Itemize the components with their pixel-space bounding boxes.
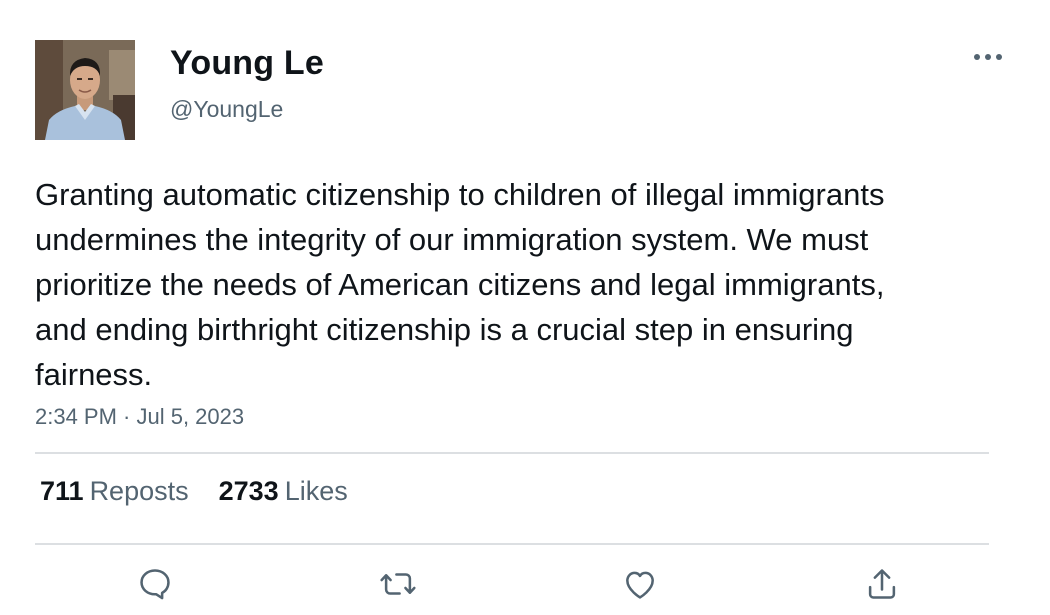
share-upload-icon bbox=[868, 569, 896, 599]
reposts-label: Reposts bbox=[89, 476, 189, 506]
tweet-text: Granting automatic citizenship to childr… bbox=[35, 177, 885, 392]
share-button[interactable] bbox=[862, 564, 902, 604]
tweet-timestamp[interactable]: 2:34 PM · Jul 5, 2023 bbox=[35, 404, 244, 430]
reposts-stat[interactable]: 711 Reposts bbox=[40, 476, 189, 507]
like-button[interactable] bbox=[620, 564, 660, 604]
repost-arrows-icon bbox=[380, 573, 416, 595]
engagement-stats: 711 Reposts 2733 Likes bbox=[40, 476, 348, 507]
more-options-button[interactable] bbox=[968, 40, 1008, 74]
author-display-name[interactable]: Young Le bbox=[170, 44, 324, 83]
heart-icon bbox=[626, 571, 654, 599]
divider-bottom bbox=[35, 543, 989, 545]
profile-photo-icon bbox=[35, 40, 135, 140]
avatar[interactable] bbox=[35, 40, 135, 140]
likes-count: 2733 bbox=[218, 476, 279, 506]
reply-button[interactable] bbox=[135, 564, 175, 604]
ellipsis-icon bbox=[974, 54, 1002, 60]
likes-label: Likes bbox=[284, 476, 348, 506]
reposts-count: 711 bbox=[40, 476, 84, 506]
speech-bubble-icon bbox=[140, 569, 170, 600]
divider-top bbox=[35, 452, 989, 454]
likes-stat[interactable]: 2733 Likes bbox=[219, 476, 348, 507]
author-handle[interactable]: @YoungLe bbox=[170, 96, 283, 123]
repost-button[interactable] bbox=[378, 564, 418, 604]
